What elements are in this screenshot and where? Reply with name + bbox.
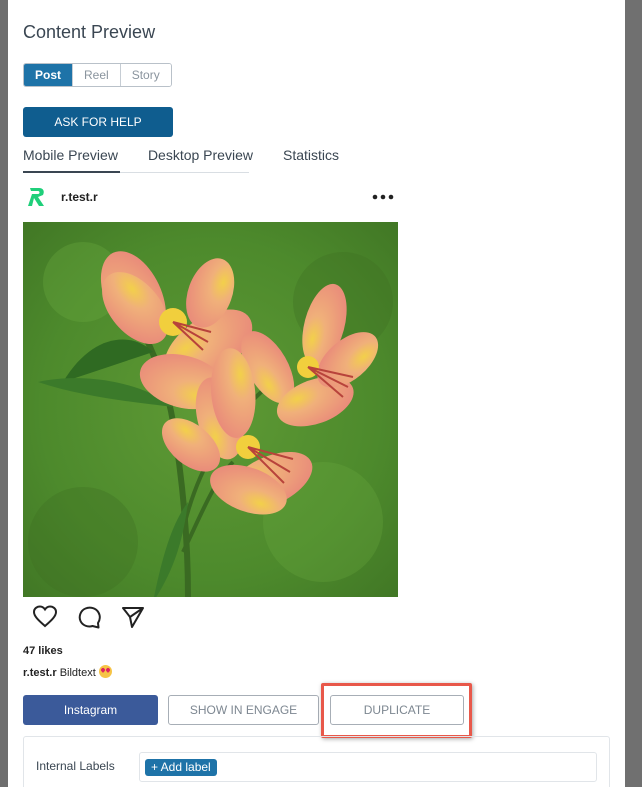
labels-input[interactable]: + Add label [139,752,597,782]
flower-photo-icon [23,222,398,597]
post-actions [23,604,173,634]
share-icon[interactable] [120,604,146,630]
caption-username[interactable]: r.test.r [23,667,57,679]
likes-count: 47 likes [23,645,63,657]
ask-for-help-button[interactable]: ASK FOR HELP [23,107,173,137]
post-type-reel[interactable]: Reel [73,64,121,86]
modal-title: Content Preview [23,22,156,42]
tab-mobile-preview[interactable]: Mobile Preview [23,147,118,172]
avatar [28,188,44,206]
caption-text: Bildtext [59,667,96,679]
show-in-engage-button[interactable]: SHOW IN ENGAGE [168,695,319,725]
more-options-icon[interactable] [370,190,396,204]
content-preview-modal: Content Preview Post Reel Story ASK FOR … [8,0,625,787]
post-type-story[interactable]: Story [120,64,171,86]
internal-labels-panel: Internal Labels + Add label [23,736,610,787]
backdrop-right [625,0,642,787]
preview-tabs: Mobile Preview Desktop Preview Statistic… [23,147,369,172]
heart-icon[interactable] [32,604,58,630]
post-type-selector: Post Reel Story [23,63,172,87]
duplicate-highlight-box [321,683,472,738]
add-label-button[interactable]: + Add label [145,759,217,776]
heart-eyes-emoji-icon [98,665,112,678]
post-type-post[interactable]: Post [24,64,74,86]
tab-statistics[interactable]: Statistics [283,147,339,172]
post-header: r.test.r [23,184,398,212]
comment-icon[interactable] [76,604,102,630]
post-image [23,222,398,597]
active-tab-indicator [23,171,120,173]
post-caption: r.test.r Bildtext [23,665,112,679]
internal-labels-title: Internal Labels [36,759,115,773]
instagram-button[interactable]: Instagram [23,695,158,725]
post-username[interactable]: r.test.r [61,190,98,204]
tab-desktop-preview[interactable]: Desktop Preview [148,147,253,172]
